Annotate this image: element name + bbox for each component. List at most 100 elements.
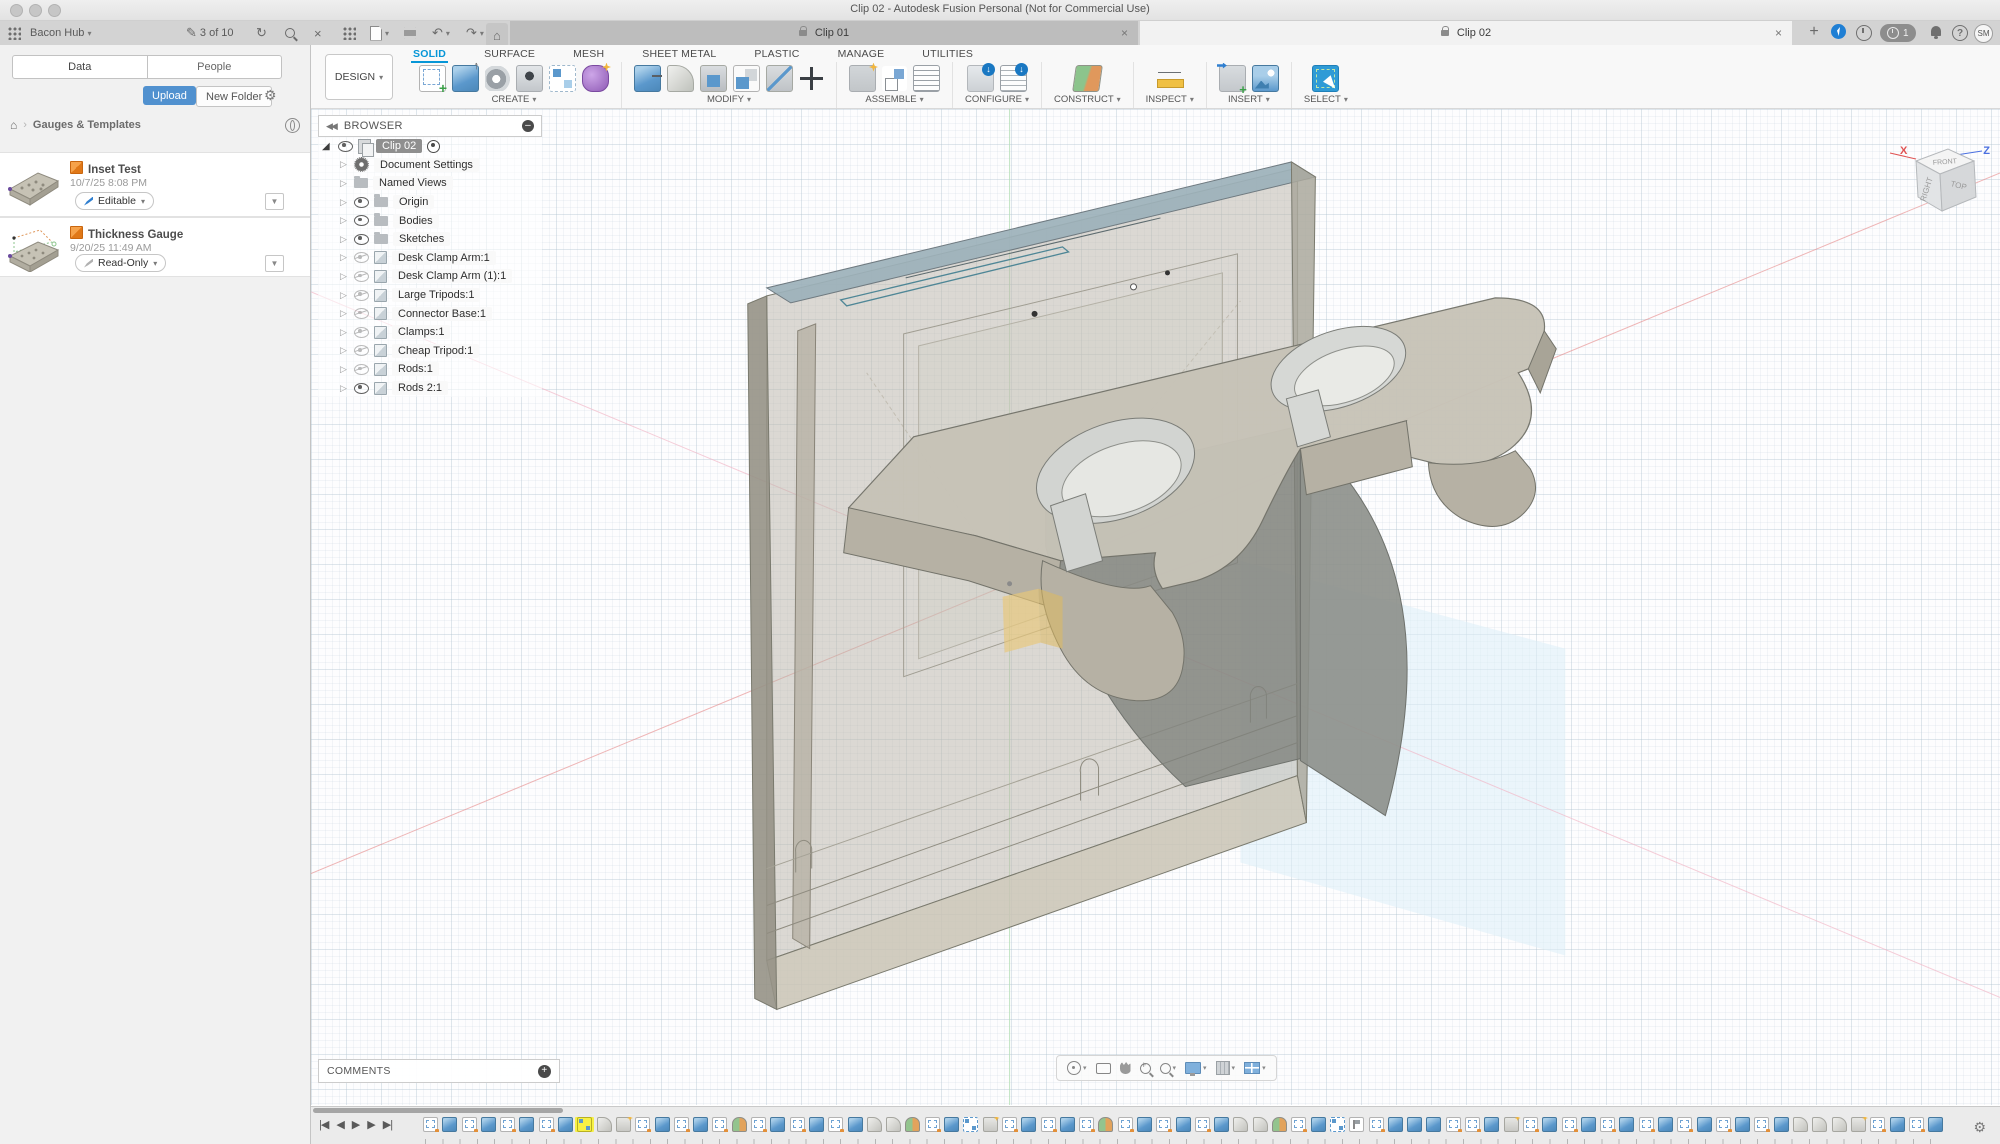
hub-selector[interactable]: Bacon Hub ▾: [30, 23, 91, 43]
insert-derive-icon[interactable]: [1219, 65, 1246, 92]
extrude-icon[interactable]: [452, 65, 479, 92]
split-body-icon[interactable]: [766, 65, 793, 92]
timeline-sketch-icon[interactable]: [1909, 1117, 1924, 1132]
timeline-sketch-icon[interactable]: [1523, 1117, 1538, 1132]
nav-viewports-button[interactable]: ▾: [1244, 1062, 1266, 1074]
timeline-extrude-icon[interactable]: [1735, 1117, 1750, 1132]
tab-data[interactable]: Data: [13, 56, 147, 78]
eye-visible-icon[interactable]: [354, 197, 369, 208]
close-tab-icon[interactable]: ×: [1121, 26, 1128, 40]
timeline-combine-icon[interactable]: [983, 1117, 998, 1132]
group-dropdown[interactable]: INSERT▾: [1228, 94, 1270, 105]
fillet-icon[interactable]: [667, 65, 694, 92]
nav-look-at-button[interactable]: [1096, 1063, 1111, 1074]
eye-hidden-icon[interactable]: [354, 290, 369, 301]
timeline-sketch-icon[interactable]: [1156, 1117, 1171, 1132]
nav-grid-display-button[interactable]: ▾: [1216, 1061, 1236, 1075]
extension-button[interactable]: [1856, 25, 1872, 41]
new-component-icon[interactable]: [849, 65, 876, 92]
eye-hidden-icon[interactable]: [354, 308, 369, 319]
view-cube-graphic[interactable]: FRONT RIGHT TOP: [1882, 135, 1992, 227]
item-actions-dropdown[interactable]: ▼: [265, 193, 284, 210]
hole-icon[interactable]: [516, 65, 543, 92]
nav-zoom-window-button[interactable]: ▾: [1160, 1063, 1177, 1074]
expand-arrow-icon[interactable]: ▷: [340, 178, 349, 189]
measure-icon[interactable]: [1157, 66, 1182, 91]
timeline-combine-icon[interactable]: [1851, 1117, 1866, 1132]
timeline-mirror-icon[interactable]: [905, 1117, 920, 1132]
browser-item[interactable]: ▷Desk Clamp Arm (1):1: [318, 267, 542, 286]
group-dropdown[interactable]: MODIFY▾: [707, 94, 751, 105]
timeline-extrude-icon[interactable]: [1176, 1117, 1191, 1132]
timeline-extrude-icon[interactable]: [1407, 1117, 1422, 1132]
timeline-extrude-icon[interactable]: [1426, 1117, 1441, 1132]
group-dropdown[interactable]: CONSTRUCT▾: [1054, 94, 1121, 105]
browser-item[interactable]: ▷Named Views: [318, 174, 542, 193]
tab-clip-01[interactable]: Clip 01 ×: [510, 21, 1138, 45]
sketch-point[interactable]: [1032, 311, 1038, 317]
timeline-extrude-icon[interactable]: [848, 1117, 863, 1132]
expand-arrow-icon[interactable]: ▷: [340, 364, 349, 375]
eye-hidden-icon[interactable]: [354, 271, 369, 282]
timeline-sketch-icon[interactable]: [1291, 1117, 1306, 1132]
timeline-sketch-icon[interactable]: [1195, 1117, 1210, 1132]
group-dropdown[interactable]: SELECT▾: [1304, 94, 1348, 105]
origin-plane[interactable]: [1003, 589, 1041, 653]
create-form-icon[interactable]: [582, 65, 609, 92]
timeline-sketch-icon[interactable]: [1465, 1117, 1480, 1132]
timeline-sketch-icon[interactable]: [1002, 1117, 1017, 1132]
workspace-selector[interactable]: DESIGN ▾: [325, 54, 393, 100]
job-count-badge[interactable]: 1: [1880, 24, 1916, 42]
move-icon[interactable]: [799, 66, 824, 91]
timeline-extrude-icon[interactable]: [693, 1117, 708, 1132]
timeline-sketch-icon[interactable]: [828, 1117, 843, 1132]
eye-visible-icon[interactable]: [354, 234, 369, 245]
browser-item[interactable]: ▷Document Settings: [318, 156, 542, 175]
timeline-sketch-icon[interactable]: [1562, 1117, 1577, 1132]
ribbon-tab-surface[interactable]: SURFACE: [482, 47, 537, 61]
timeline-sketch-icon[interactable]: [1118, 1117, 1133, 1132]
browser-header[interactable]: ◀◀ BROWSER –: [318, 115, 542, 137]
timeline-sketch-icon[interactable]: [751, 1117, 766, 1132]
expand-arrow-icon[interactable]: ◢: [322, 141, 333, 152]
timeline-extrude-icon[interactable]: [655, 1117, 670, 1132]
timeline-sketch-icon[interactable]: [1041, 1117, 1056, 1132]
panel-settings-gear-icon[interactable]: ⚙: [264, 87, 277, 104]
activate-component-radio[interactable]: [427, 140, 440, 153]
ribbon-tab-solid[interactable]: SOLID: [411, 47, 448, 61]
browser-root-label[interactable]: Clip 02: [376, 139, 422, 153]
ribbon-tab-sheet-metal[interactable]: SHEET METAL: [640, 47, 718, 61]
timeline-mirror-icon[interactable]: [1272, 1117, 1287, 1132]
expand-arrow-icon[interactable]: ▷: [340, 234, 349, 245]
new-tab-button[interactable]: +: [1804, 22, 1824, 42]
version-indicator[interactable]: ✎ 3 of 10: [186, 23, 234, 43]
timeline-fillet-icon[interactable]: [1233, 1117, 1248, 1132]
timeline-extrude-icon[interactable]: [1581, 1117, 1596, 1132]
timeline-fillet-icon[interactable]: [1812, 1117, 1827, 1132]
timeline-sketch-icon[interactable]: [674, 1117, 689, 1132]
timeline-sketch-icon[interactable]: [1870, 1117, 1885, 1132]
job-status-button[interactable]: [1831, 24, 1846, 39]
timeline-pattern-icon[interactable]: [963, 1117, 978, 1132]
item-actions-dropdown[interactable]: ▼: [265, 255, 284, 272]
timeline-extrude-icon[interactable]: [1388, 1117, 1403, 1132]
ribbon-tab-utilities[interactable]: UTILITIES: [920, 47, 975, 61]
new-folder-button[interactable]: New Folder: [196, 86, 272, 107]
timeline-settings-gear-icon[interactable]: ⚙: [1973, 1119, 1986, 1136]
avatar[interactable]: SM: [1974, 24, 1993, 43]
timeline-mirror-icon[interactable]: [1098, 1117, 1113, 1132]
press-pull-icon[interactable]: [634, 65, 661, 92]
group-dropdown[interactable]: CONFIGURE▾: [965, 94, 1029, 105]
timeline-sketch-icon[interactable]: [539, 1117, 554, 1132]
configuration-icon[interactable]: [967, 65, 994, 92]
timeline-sketch-icon[interactable]: [635, 1117, 650, 1132]
nav-pan-button[interactable]: [1120, 1062, 1131, 1074]
expand-arrow-icon[interactable]: ▷: [340, 159, 349, 170]
timeline-pattern-icon[interactable]: [1330, 1117, 1345, 1132]
revolve-icon[interactable]: [485, 66, 510, 91]
timeline-extrude-icon[interactable]: [519, 1117, 534, 1132]
item-status-dropdown[interactable]: Editable ▾: [75, 192, 154, 210]
timeline-extrude-icon[interactable]: [1542, 1117, 1557, 1132]
comments-bar[interactable]: COMMENTS +: [318, 1059, 560, 1083]
search-button[interactable]: [285, 23, 295, 43]
